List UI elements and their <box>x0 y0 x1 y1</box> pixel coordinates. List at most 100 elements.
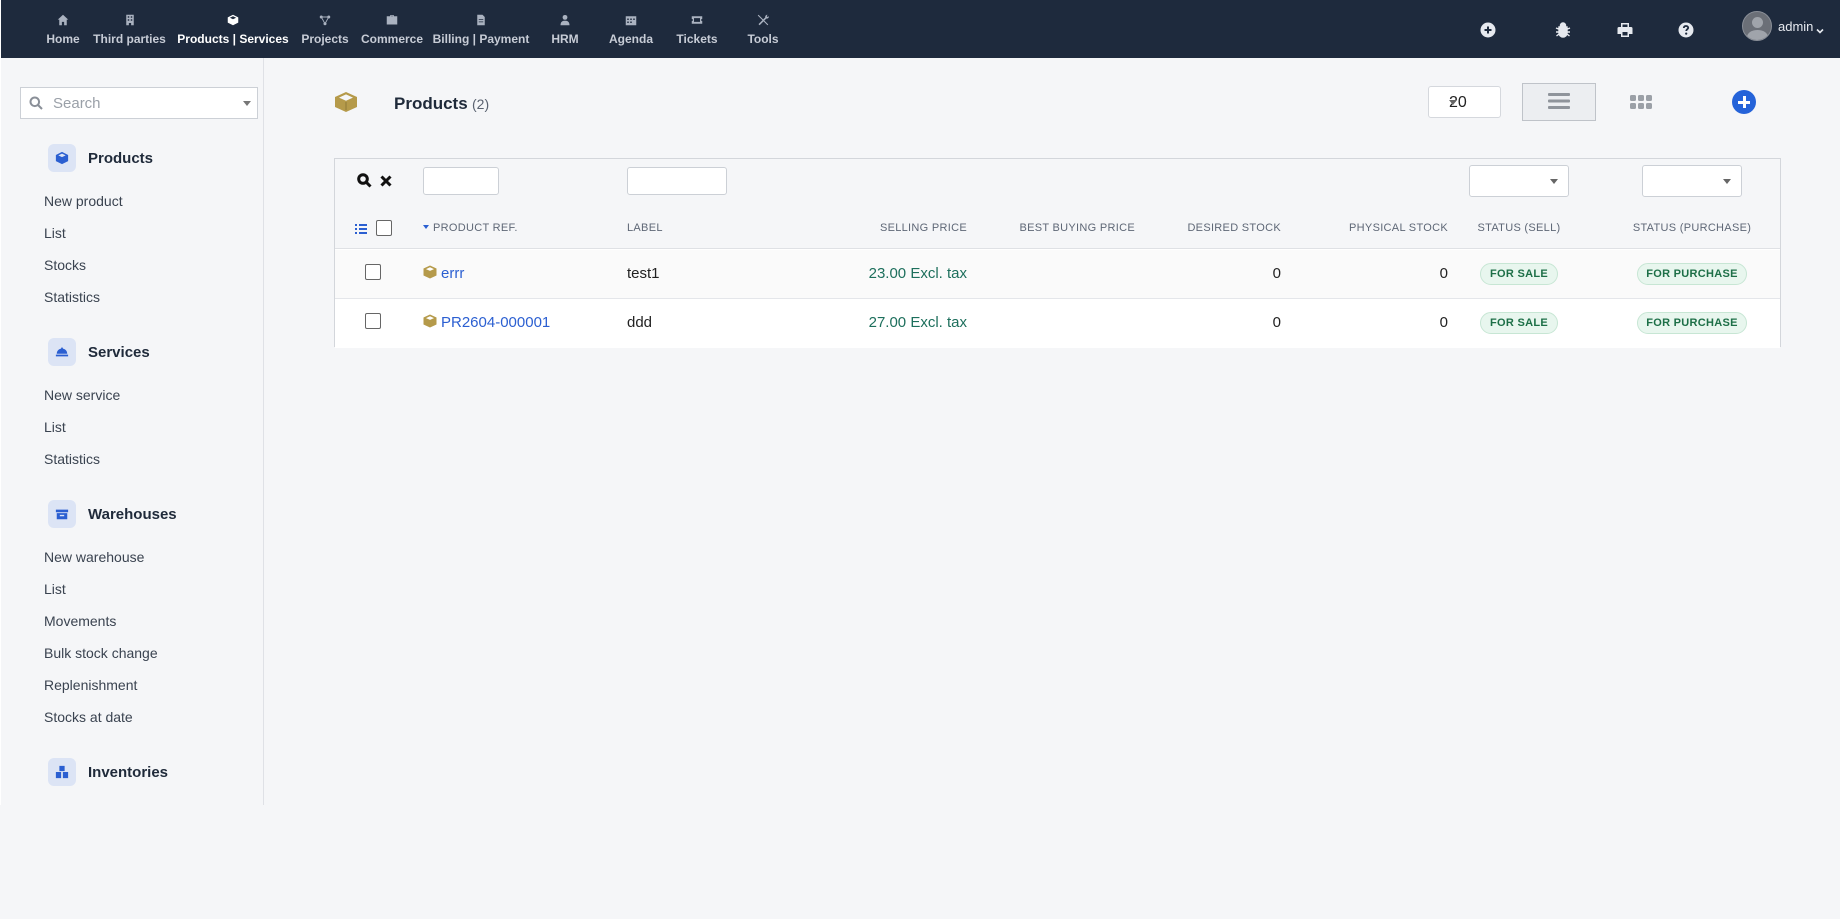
product-ref-link[interactable]: errr <box>423 265 464 282</box>
list-view-icon <box>1548 92 1570 113</box>
column-header-status-sell[interactable]: STATUS (SELL) <box>1469 222 1569 234</box>
select-all-checkbox[interactable] <box>376 220 392 236</box>
menu-item-tools[interactable]: Tools <box>729 0 797 58</box>
sidebar-link-replenishment[interactable]: Replenishment <box>44 677 137 693</box>
boxes-icon <box>48 758 76 786</box>
physical-stock: 0 <box>1439 314 1448 331</box>
products-table: PRODUCT REF. LABEL SELLING PRICE BEST BU… <box>334 158 1781 348</box>
sidebar-link-service-list[interactable]: List <box>44 419 66 435</box>
warehouse-icon <box>48 500 76 528</box>
calendar-icon <box>622 11 640 28</box>
sidebar-section-services[interactable]: Services <box>48 338 150 366</box>
sidebar-link-movements[interactable]: Movements <box>44 613 116 629</box>
sidebar-link-product-statistics[interactable]: Statistics <box>44 289 100 305</box>
column-header-best-buying-price[interactable]: BEST BUYING PRICE <box>980 222 1135 234</box>
section-title: Products <box>88 149 154 167</box>
table-header: PRODUCT REF. LABEL SELLING PRICE BEST BU… <box>335 207 1780 249</box>
product-ref[interactable]: PR2604-000001 <box>441 314 550 331</box>
product-ref-link[interactable]: PR2604-000001 <box>423 314 550 331</box>
tools-icon <box>754 11 772 28</box>
desired-stock: 0 <box>1272 265 1281 282</box>
filter-status-purchase-select[interactable] <box>1642 165 1742 197</box>
section-title: Warehouses <box>88 505 177 523</box>
sidebar-section-products[interactable]: Products <box>48 144 153 172</box>
table-row: errr test1 23.00 Excl. tax 0 0 FOR SALE … <box>335 250 1780 299</box>
list-view-button[interactable] <box>1522 83 1596 121</box>
menu-item-hrm[interactable]: HRM <box>533 0 597 58</box>
row-checkbox[interactable] <box>365 313 381 329</box>
sidebar-section-warehouses[interactable]: Warehouses <box>48 500 177 528</box>
menu-item-third-parties[interactable]: Third parties <box>88 0 171 58</box>
filter-ref-input[interactable] <box>423 167 499 195</box>
search-icon <box>29 96 43 110</box>
status-badge-sell: FOR SALE <box>1480 312 1558 334</box>
menu-item-products-services[interactable]: Products | Services <box>171 0 295 58</box>
product-ref[interactable]: errr <box>441 265 464 282</box>
menu-label: Commerce <box>360 32 424 46</box>
new-product-button[interactable] <box>1732 90 1756 114</box>
home-icon <box>54 11 72 28</box>
menu-item-projects[interactable]: Projects <box>295 0 355 58</box>
status-badge-sell: FOR SALE <box>1480 263 1558 285</box>
column-selector-icon[interactable] <box>355 222 367 234</box>
cube-icon <box>48 144 76 172</box>
menu-label: Projects <box>301 32 349 46</box>
filter-status-sell-select[interactable] <box>1469 165 1569 197</box>
menu-item-billing-payment[interactable]: Billing | Payment <box>429 0 533 58</box>
quick-add-icon[interactable] <box>1479 21 1497 39</box>
page-title: Products <box>394 94 468 113</box>
selling-price: 27.00 Excl. tax <box>868 314 967 331</box>
menu-item-agenda[interactable]: Agenda <box>597 0 665 58</box>
invoice-icon <box>472 11 490 28</box>
sidebar-link-bulk-stock-change[interactable]: Bulk stock change <box>44 645 158 661</box>
user-menu[interactable]: admin <box>1742 11 1824 41</box>
page-size-select[interactable]: 20 <box>1428 86 1501 118</box>
bug-report-icon[interactable] <box>1554 21 1572 39</box>
column-header-physical-stock[interactable]: PHYSICAL STOCK <box>1303 222 1448 234</box>
top-navigation-bar: Home Third parties Products | Services P… <box>0 0 1840 58</box>
main-menu: Home Third parties Products | Services P… <box>38 0 797 58</box>
menu-label: Billing | Payment <box>432 32 530 46</box>
product-cube-icon <box>334 91 358 113</box>
project-icon <box>316 11 334 28</box>
row-checkbox[interactable] <box>365 264 381 280</box>
menu-item-tickets[interactable]: Tickets <box>665 0 729 58</box>
sidebar-section-inventories[interactable]: Inventories <box>48 758 168 786</box>
product-label: test1 <box>627 265 660 282</box>
column-header-desired-stock[interactable]: DESIRED STOCK <box>1157 222 1281 234</box>
sidebar-link-stocks-at-date[interactable]: Stocks at date <box>44 709 133 725</box>
cube-icon <box>224 11 242 28</box>
column-header-ref[interactable]: PRODUCT REF. <box>423 222 518 234</box>
sidebar-link-new-service[interactable]: New service <box>44 387 120 403</box>
sidebar-link-service-statistics[interactable]: Statistics <box>44 451 100 467</box>
building-icon <box>121 11 139 28</box>
sidebar-search[interactable] <box>20 87 258 119</box>
menu-label: Home <box>46 32 80 46</box>
menu-label: Third parties <box>93 32 166 46</box>
search-input[interactable] <box>53 94 223 112</box>
sidebar-link-product-list[interactable]: List <box>44 225 66 241</box>
sidebar-link-new-warehouse[interactable]: New warehouse <box>44 549 144 565</box>
column-header-status-purchase[interactable]: STATUS (PURCHASE) <box>1627 222 1757 234</box>
close-icon[interactable] <box>380 174 394 188</box>
sidebar-link-new-product[interactable]: New product <box>44 193 123 209</box>
chevron-down-icon <box>1449 100 1457 105</box>
sidebar-link-stocks[interactable]: Stocks <box>44 257 86 273</box>
physical-stock: 0 <box>1439 265 1448 282</box>
desired-stock: 0 <box>1272 314 1281 331</box>
concierge-bell-icon <box>48 338 76 366</box>
filter-row <box>335 159 1780 207</box>
search-icon[interactable] <box>357 173 373 189</box>
menu-item-commerce[interactable]: Commerce <box>355 0 429 58</box>
column-header-label[interactable]: LABEL <box>627 222 663 234</box>
help-icon[interactable] <box>1677 21 1695 39</box>
record-count: (2) <box>472 96 490 112</box>
print-icon[interactable] <box>1616 21 1634 39</box>
section-title: Services <box>88 343 150 361</box>
menu-item-home[interactable]: Home <box>38 0 88 58</box>
kanban-view-button[interactable] <box>1630 92 1652 112</box>
dropdown-caret-icon[interactable] <box>243 101 251 106</box>
sidebar-link-warehouse-list[interactable]: List <box>44 581 66 597</box>
column-header-selling-price[interactable]: SELLING PRICE <box>843 222 967 234</box>
filter-label-input[interactable] <box>627 167 727 195</box>
